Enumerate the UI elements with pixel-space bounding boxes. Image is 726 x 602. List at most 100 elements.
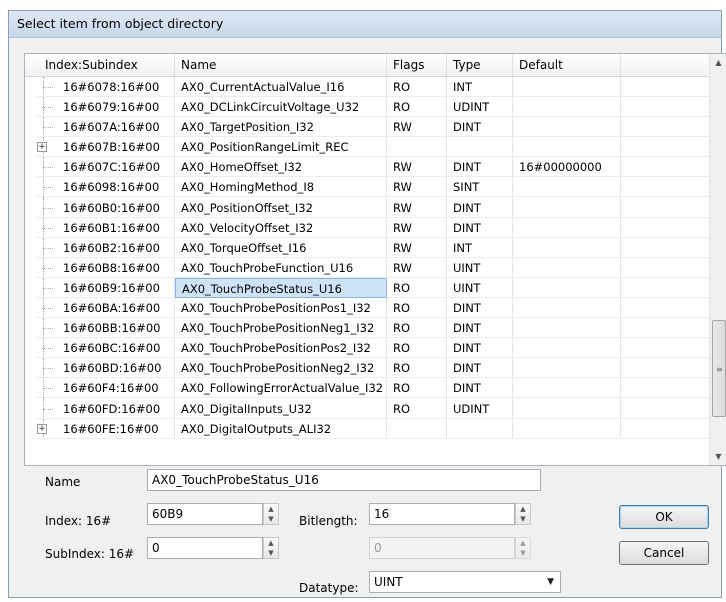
cancel-button[interactable]: Cancel [619, 541, 709, 565]
cell-default [513, 237, 621, 258]
table-row[interactable]: 16#60BD:16#00 AX0_TouchProbePositionNeg2_… [25, 358, 714, 379]
table-row[interactable]: 16#60B2:16#00 AX0_TorqueOffset_I16 RW INT [25, 237, 714, 258]
name-label: Name [45, 475, 81, 489]
index-label: Index: 16# [45, 514, 112, 528]
cell-index: 16#60BA:16#00 [37, 298, 175, 319]
table-row[interactable]: 16#607A:16#00 AX0_TargetPosition_I32 RW DIN… [25, 117, 714, 138]
cell-index: 16#60B0:16#00 [37, 197, 175, 218]
cell-blank [621, 419, 714, 439]
bitlength-field[interactable]: 16 [369, 503, 515, 525]
cell-type: DINT [447, 298, 513, 319]
cell-type: DINT [447, 358, 513, 379]
column-header-name[interactable]: Name [175, 54, 387, 76]
subindex-spinner[interactable]: ▲ ▼ [263, 537, 279, 559]
ok-button[interactable]: OK [619, 505, 709, 529]
cell-default [513, 378, 621, 399]
table-row[interactable]: 16#60B1:16#00 AX0_VelocityOffset_I32 RW DIN… [25, 217, 714, 238]
cell-type: UDINT [447, 398, 513, 419]
table-row[interactable]: 16#60BA:16#00 AX0_TouchProbePositionPos1_… [25, 298, 714, 319]
cell-name: AX0_TouchProbePositionPos2_I32 [175, 338, 387, 359]
cell-name: AX0_TouchProbePositionPos1_I32 [175, 298, 387, 319]
table-row[interactable]: 16#6098:16#00 AX0_HomingMethod_I8 RW SINT [25, 177, 714, 198]
cell-type: INT [447, 237, 513, 258]
name-field[interactable]: AX0_TouchProbeStatus_U16 [147, 469, 541, 491]
spin-down-icon[interactable]: ▼ [264, 514, 278, 524]
dropdown-arrow-icon[interactable]: ▼ [547, 572, 554, 592]
column-header-default[interactable]: Default [513, 54, 621, 76]
bitlength-label: Bitlength: [299, 514, 358, 528]
table-row[interactable]: 16#6079:16#00 AX0_DCLinkCircuitVoltage_U3… [25, 97, 714, 118]
table-row[interactable]: 16#60B8:16#00 AX0_TouchProbeFunction_U16 R… [25, 257, 714, 278]
cell-type: UINT [447, 277, 513, 298]
table-row[interactable]: +16#607B:16#00 AX0_PositionRangeLimit_REC [25, 137, 714, 158]
table-row[interactable]: 16#60F4:16#00 AX0_FollowingErrorActualVal… [25, 378, 714, 399]
cell-type: UINT [447, 257, 513, 278]
cell-name: AX0_HomeOffset_I32 [175, 157, 387, 178]
table-row[interactable]: 16#607C:16#00 AX0_HomeOffset_I32 RW DINT 16#… [25, 157, 714, 178]
cell-type: DINT [447, 217, 513, 238]
spin-down-icon: ▼ [520, 549, 526, 557]
spin-down-icon[interactable]: ▼ [516, 514, 530, 524]
cell-default [513, 277, 621, 298]
cell-flags: RO [387, 358, 447, 379]
spin-up-icon[interactable]: ▲ [264, 504, 278, 514]
table-row[interactable]: 16#60B9:16#00 AX0_TouchProbeStatus_U16 RO U… [25, 277, 714, 299]
bitlength-spinner[interactable]: ▲ ▼ [515, 503, 531, 525]
cell-flags: RO [387, 277, 447, 298]
cell-default [513, 318, 621, 339]
column-header-index[interactable]: Index:Subindex [25, 54, 175, 76]
scrollbar-thumb[interactable]: ≡ [712, 320, 726, 417]
table-row[interactable]: 16#60BC:16#00 AX0_TouchProbePositionPos2_… [25, 338, 714, 359]
column-header-flags[interactable]: Flags [387, 54, 447, 76]
cell-index: 16#60FE:16#00 [37, 418, 175, 439]
cell-default [513, 398, 621, 419]
cell-default [513, 257, 621, 278]
cell-blank [621, 157, 714, 178]
cell-blank [621, 318, 714, 339]
cell-default [513, 137, 621, 158]
cell-flags: RW [387, 237, 447, 258]
cell-blank [621, 198, 714, 218]
cell-blank [621, 117, 714, 138]
vertical-scrollbar[interactable]: ▲ ≡ ▼ [709, 54, 726, 465]
cell-index: 16#607B:16#00 [37, 137, 175, 158]
cell-flags: RW [387, 177, 447, 198]
cell-default [513, 298, 621, 319]
spin-down-icon[interactable]: ▼ [264, 548, 278, 558]
table-row[interactable]: 16#60B0:16#00 AX0_PositionOffset_I32 RW DIN… [25, 197, 714, 218]
subindex-label: SubIndex: 16# [45, 547, 135, 561]
column-header-type[interactable]: Type [447, 54, 513, 76]
cell-index: 16#60B9:16#00 [37, 277, 175, 298]
index-field[interactable]: 60B9 [147, 503, 263, 525]
subindex-field[interactable]: 0 [147, 537, 263, 559]
cell-name: AX0_VelocityOffset_I32 [175, 217, 387, 238]
scroll-down-icon[interactable]: ▼ [710, 448, 726, 465]
cell-type [447, 418, 513, 439]
cell-type: DINT [447, 378, 513, 399]
cell-index: 16#607A:16#00 [37, 117, 175, 138]
spin-up-icon[interactable]: ▲ [516, 504, 530, 514]
table-row[interactable]: +16#60FE:16#00 AX0_DigitalOutputs_ALI32 [25, 418, 714, 439]
cell-blank [621, 378, 714, 399]
cell-name: AX0_PositionRangeLimit_REC [175, 137, 387, 158]
cell-default [513, 217, 621, 238]
spin-up-icon[interactable]: ▲ [264, 538, 278, 548]
cell-name: AX0_DigitalOutputs_ALI32 [175, 418, 387, 439]
index-spinner[interactable]: ▲ ▼ [263, 503, 279, 525]
scroll-up-icon[interactable]: ▲ [710, 54, 726, 71]
datatype-select[interactable]: UINT ▼ [369, 571, 561, 593]
cell-type: DINT [447, 318, 513, 339]
cell-blank [621, 278, 714, 298]
table-row[interactable]: 16#60FD:16#00 AX0_DigitalInputs_U32 RO UDIN… [25, 398, 714, 419]
object-list[interactable]: Index:Subindex Name Flags Type Default 1… [24, 53, 726, 466]
cell-default [513, 418, 621, 439]
table-row[interactable]: 16#60BB:16#00 AX0_TouchProbePositionNeg1_… [25, 318, 714, 339]
cell-name: AX0_TouchProbeStatus_U16 [175, 277, 387, 298]
cell-flags: RW [387, 257, 447, 278]
cell-name: AX0_DigitalInputs_U32 [175, 398, 387, 419]
table-row[interactable]: 16#6078:16#00 AX0_CurrentActualValue_I16 R… [25, 77, 714, 98]
cell-default: 16#00000000 [513, 157, 621, 178]
bitoffset-field: 0 [369, 537, 515, 559]
cell-type: DINT [447, 157, 513, 178]
list-rows: 16#6078:16#00 AX0_CurrentActualValue_I16 R… [25, 77, 714, 439]
